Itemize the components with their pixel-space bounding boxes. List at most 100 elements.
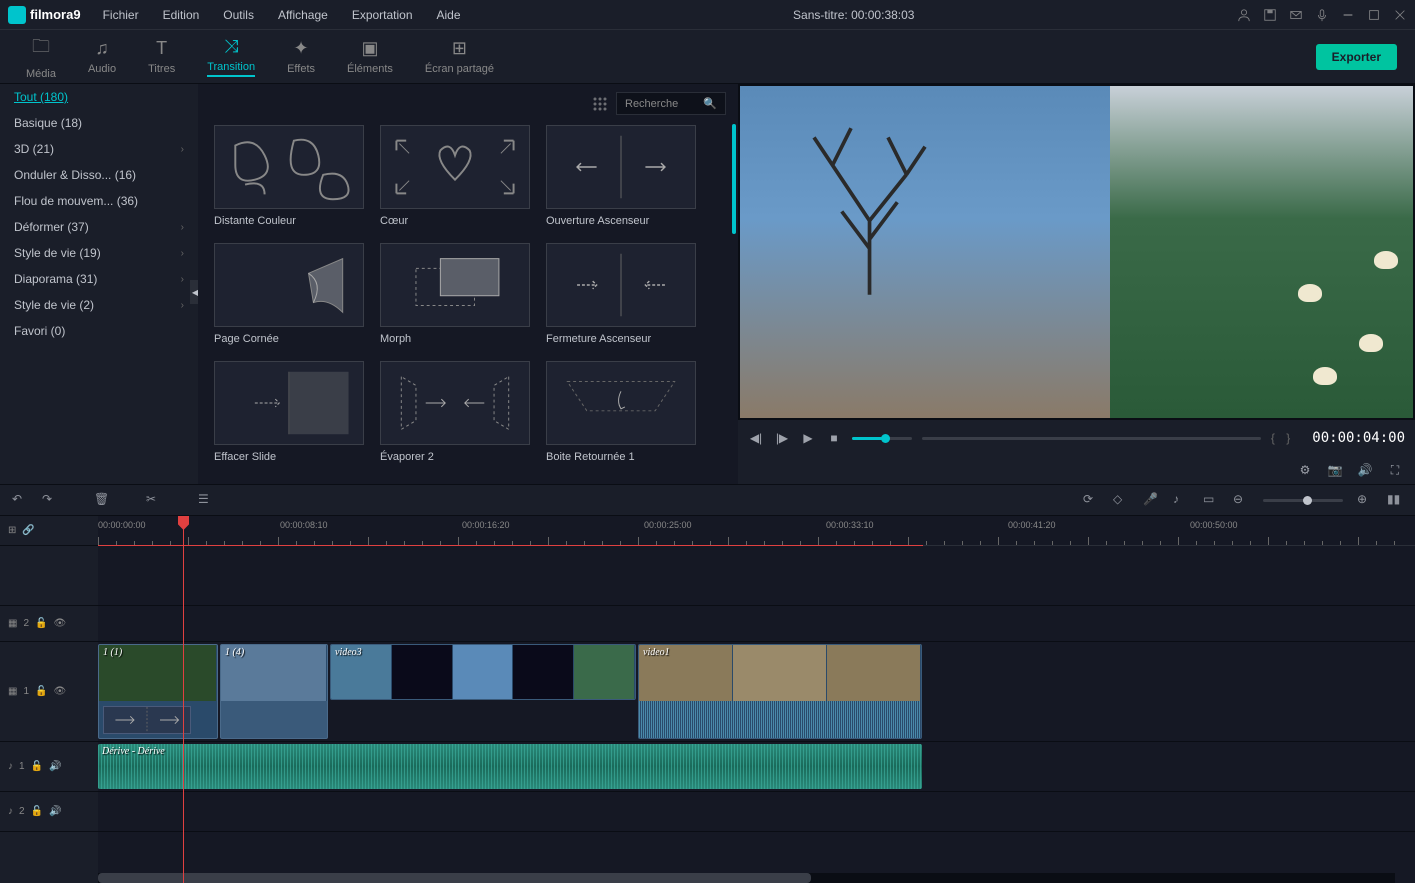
category-item[interactable]: Flou de mouvem... (36) bbox=[0, 188, 198, 214]
clip-v1-4[interactable]: video1 bbox=[638, 644, 922, 739]
menu-view[interactable]: Affichage bbox=[268, 4, 338, 26]
playhead[interactable] bbox=[183, 516, 184, 883]
mail-icon[interactable] bbox=[1289, 8, 1303, 22]
image-icon: ▣ bbox=[361, 38, 378, 59]
marker-icon[interactable]: ◇ bbox=[1113, 492, 1129, 508]
track-row-v2 bbox=[98, 606, 1415, 642]
tab-effects[interactable]: ✦Effets bbox=[271, 34, 331, 79]
transition-item[interactable]: Boite Retournée 1 bbox=[546, 361, 696, 463]
transition-thumb bbox=[546, 243, 696, 327]
volume-slider[interactable] bbox=[852, 437, 912, 440]
lock-icon[interactable]: 🔓 bbox=[31, 761, 43, 772]
category-item[interactable]: Déformer (37)› bbox=[0, 214, 198, 240]
transition-item[interactable]: Cœur bbox=[380, 125, 530, 227]
category-item[interactable]: Onduler & Disso... (16) bbox=[0, 162, 198, 188]
close-icon[interactable] bbox=[1393, 8, 1407, 22]
maximize-icon[interactable] bbox=[1367, 8, 1381, 22]
tab-titles[interactable]: TTitres bbox=[132, 34, 191, 79]
tab-audio[interactable]: ♫Audio bbox=[72, 34, 132, 79]
timeline-tracks[interactable]: 00:00:00:0000:00:08:1000:00:16:2000:00:2… bbox=[98, 516, 1415, 883]
category-label: Flou de mouvem... (36) bbox=[14, 194, 138, 208]
mute-icon[interactable]: 🔊 bbox=[49, 761, 61, 772]
category-item[interactable]: Tout (180) bbox=[0, 84, 198, 110]
stop-button[interactable]: ■ bbox=[826, 430, 842, 446]
mic-icon[interactable] bbox=[1315, 8, 1329, 22]
zoom-slider[interactable] bbox=[1263, 499, 1343, 502]
add-track-icon[interactable]: ⊞ bbox=[8, 525, 16, 536]
logo-text: filmora9 bbox=[30, 7, 81, 22]
grid-view-icon[interactable] bbox=[592, 96, 608, 112]
zoom-out-icon[interactable]: ⊖ bbox=[1233, 492, 1249, 508]
ruler-timestamp: 00:00:33:10 bbox=[826, 520, 874, 530]
transition-item[interactable]: Fermeture Ascenseur bbox=[546, 243, 696, 345]
minimize-icon[interactable] bbox=[1341, 8, 1355, 22]
clip-v1-3[interactable]: video3 bbox=[330, 644, 636, 700]
menu-export[interactable]: Exportation bbox=[342, 4, 423, 26]
user-icon[interactable] bbox=[1237, 8, 1251, 22]
markers-brackets[interactable]: { } bbox=[1271, 431, 1294, 445]
save-icon[interactable] bbox=[1263, 8, 1277, 22]
transition-label: Effacer Slide bbox=[214, 451, 364, 463]
tab-split[interactable]: ⊞Écran partagé bbox=[409, 34, 510, 79]
transition-item[interactable]: Ouverture Ascenseur bbox=[546, 125, 696, 227]
grid-scrollbar[interactable] bbox=[732, 124, 736, 234]
prev-frame-button[interactable]: ◀| bbox=[748, 430, 764, 446]
search-input[interactable]: Recherche 🔍 bbox=[616, 92, 726, 115]
preview-footer: ⚙ 📷 🔊 ⛶ bbox=[738, 456, 1415, 484]
next-frame-button[interactable]: |▶ bbox=[774, 430, 790, 446]
lock-icon[interactable]: 🔓 bbox=[35, 686, 47, 697]
track-row-gap bbox=[98, 546, 1415, 606]
transition-item[interactable]: Page Cornée bbox=[214, 243, 364, 345]
lock-icon[interactable]: 🔓 bbox=[31, 806, 43, 817]
transition-item[interactable]: Évaporer 2 bbox=[380, 361, 530, 463]
mute-icon[interactable]: 🔊 bbox=[49, 806, 61, 817]
fullscreen-icon[interactable]: ⛶ bbox=[1387, 462, 1403, 478]
lock-icon[interactable]: 🔓 bbox=[35, 618, 47, 629]
menu-help[interactable]: Aide bbox=[427, 4, 471, 26]
visibility-icon[interactable]: 👁 bbox=[53, 618, 66, 629]
crop-icon[interactable]: ▭ bbox=[1203, 492, 1219, 508]
link-icon[interactable]: 🔗 bbox=[22, 525, 34, 536]
undo-icon[interactable]: ↶ bbox=[12, 492, 28, 508]
clip-v1-1[interactable]: 1 (1) bbox=[98, 644, 218, 739]
delete-icon[interactable]: 🗑 bbox=[94, 492, 110, 508]
track-head-v2: ▦2 🔓 👁 bbox=[0, 606, 98, 642]
preview-viewport[interactable] bbox=[740, 86, 1413, 418]
snapshot-icon[interactable]: 📷 bbox=[1327, 462, 1343, 478]
category-item[interactable]: 3D (21)› bbox=[0, 136, 198, 162]
render-icon[interactable]: ⟳ bbox=[1083, 492, 1099, 508]
category-item[interactable]: Favori (0) bbox=[0, 318, 198, 344]
category-item[interactable]: Style de vie (19)› bbox=[0, 240, 198, 266]
audio-mixer-icon[interactable]: ♪ bbox=[1173, 492, 1189, 508]
timeline-hscrollbar[interactable] bbox=[98, 873, 1395, 883]
zoom-in-icon[interactable]: ⊕ bbox=[1357, 492, 1373, 508]
menu-file[interactable]: Fichier bbox=[93, 4, 149, 26]
ruler-timestamp: 00:00:50:00 bbox=[1190, 520, 1238, 530]
clip-v1-2[interactable]: 1 (4) bbox=[220, 644, 328, 739]
redo-icon[interactable]: ↷ bbox=[42, 492, 58, 508]
tab-media[interactable]: 🗀Média bbox=[10, 30, 72, 84]
play-button[interactable]: ▶ bbox=[800, 430, 816, 446]
tab-elements[interactable]: ▣Éléments bbox=[331, 34, 409, 79]
display-settings-icon[interactable]: ⚙ bbox=[1297, 462, 1313, 478]
transition-item[interactable]: Distante Couleur bbox=[214, 125, 364, 227]
record-vo-icon[interactable]: 🎤 bbox=[1143, 492, 1159, 508]
menu-edit[interactable]: Edition bbox=[153, 4, 210, 26]
export-button[interactable]: Exporter bbox=[1316, 44, 1397, 70]
clip-a1[interactable]: Dérive - Dérive bbox=[98, 744, 922, 789]
transition-item[interactable]: Morph bbox=[380, 243, 530, 345]
transition-on-clip[interactable] bbox=[103, 706, 191, 734]
visibility-icon[interactable]: 👁 bbox=[53, 686, 66, 697]
category-item[interactable]: Diaporama (31)› bbox=[0, 266, 198, 292]
preview-volume-icon[interactable]: 🔊 bbox=[1357, 462, 1373, 478]
category-item[interactable]: Style de vie (2)› bbox=[0, 292, 198, 318]
category-item[interactable]: Basique (18) bbox=[0, 110, 198, 136]
tab-transition[interactable]: ⤨Transition bbox=[191, 32, 271, 81]
timeline-layout-icon[interactable]: ▮▮ bbox=[1387, 492, 1403, 508]
timeline-ruler[interactable]: 00:00:00:0000:00:08:1000:00:16:2000:00:2… bbox=[98, 516, 1415, 546]
transition-item[interactable]: Effacer Slide bbox=[214, 361, 364, 463]
split-icon[interactable]: ✂ bbox=[146, 492, 162, 508]
adjust-icon[interactable]: ☰ bbox=[198, 492, 214, 508]
menu-tools[interactable]: Outils bbox=[213, 4, 264, 26]
progress-bar[interactable] bbox=[922, 437, 1261, 440]
